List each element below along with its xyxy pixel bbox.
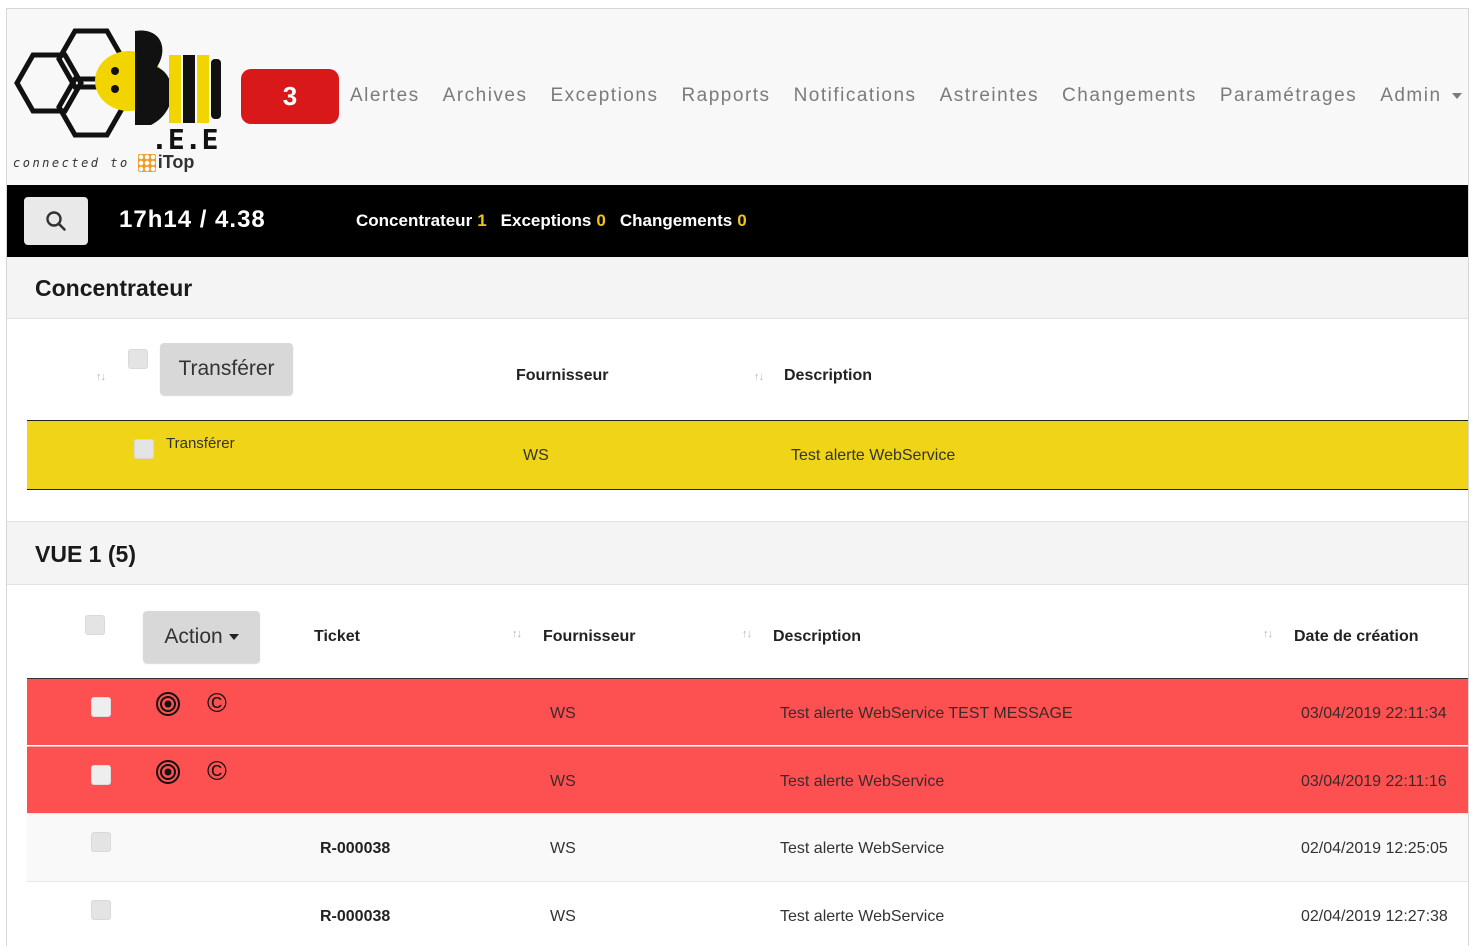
itop-icon: [137, 153, 156, 172]
row-description: Test alerte WebService: [780, 908, 945, 925]
counter-value: 0: [737, 211, 747, 230]
counter-value: 0: [596, 211, 606, 230]
row-checkbox[interactable]: [91, 832, 111, 852]
sort-icon[interactable]: ↑↓: [96, 371, 106, 383]
row-date: 03/04/2019 22:11:16: [1301, 773, 1447, 790]
col-fournisseur[interactable]: Fournisseur: [516, 367, 608, 385]
sort-icon[interactable]: ↑↓: [742, 628, 752, 640]
menu-alertes[interactable]: Alertes: [350, 85, 420, 107]
caret-down-icon: [1451, 92, 1462, 99]
clock-readout: 17h14 / 4.38: [119, 206, 266, 233]
concentrateur-header: Concentrateur: [7, 257, 1468, 319]
search-button[interactable]: [24, 197, 88, 245]
copyright-icon[interactable]: ©: [207, 758, 227, 785]
col-description[interactable]: Description: [784, 367, 872, 385]
menu-astreintes[interactable]: Astreintes: [940, 85, 1039, 107]
menu-admin[interactable]: Admin: [1380, 85, 1462, 107]
menu-parametrages[interactable]: Paramétrages: [1220, 85, 1357, 107]
counter-exceptions[interactable]: Exceptions 0: [501, 211, 606, 231]
menu-archives[interactable]: Archives: [443, 85, 528, 107]
counter-value: 1: [477, 211, 487, 230]
table-row[interactable]: R-000038 WS Test alerte WebService 02/04…: [27, 881, 1468, 946]
row-fournisseur: WS: [550, 773, 576, 790]
row-checkbox[interactable]: [91, 765, 111, 785]
menu-notifications[interactable]: Notifications: [794, 85, 917, 107]
table-row[interactable]: © WS Test alerte WebService TEST MESSAGE…: [27, 678, 1468, 745]
menu-exceptions[interactable]: Exceptions: [551, 85, 659, 107]
alert-count: 3: [282, 81, 298, 111]
counter-changements[interactable]: Changements 0: [620, 211, 747, 231]
row-fournisseur: WS: [523, 447, 549, 464]
row-checkbox[interactable]: [91, 900, 111, 920]
target-icon[interactable]: [155, 759, 181, 785]
itop-text: iTop: [157, 152, 195, 172]
table-row[interactable]: © WS Test alerte WebService 03/04/2019 2…: [27, 746, 1468, 813]
select-all-checkbox[interactable]: [128, 349, 148, 369]
target-icon[interactable]: [155, 691, 181, 717]
brand-caption: connected to iTop: [13, 152, 194, 173]
copyright-icon[interactable]: ©: [207, 690, 227, 717]
col-ticket[interactable]: Ticket: [314, 628, 360, 646]
row-date: 03/04/2019 22:11:34: [1301, 705, 1447, 722]
transfer-button-label: Transférer: [178, 357, 275, 380]
row-ticket[interactable]: R-000038: [320, 840, 390, 858]
row-fournisseur: WS: [550, 840, 576, 857]
row-date: 02/04/2019 12:25:05: [1301, 840, 1448, 857]
sort-icon[interactable]: ↑↓: [1263, 628, 1273, 640]
menu-changements[interactable]: Changements: [1062, 85, 1197, 107]
menu-admin-label: Admin: [1380, 85, 1442, 106]
row-fournisseur: WS: [550, 705, 576, 722]
counter-label: Changements: [619, 211, 733, 230]
select-all-checkbox[interactable]: [85, 615, 105, 635]
transfer-button[interactable]: Transférer: [160, 343, 293, 395]
search-icon: [46, 211, 66, 231]
row-action[interactable]: Transférer: [166, 435, 235, 452]
row-description: Test alerte WebService: [791, 447, 956, 464]
row-description: Test alerte WebService TEST MESSAGE: [780, 705, 1073, 722]
section-title: Concentrateur: [35, 275, 193, 301]
row-checkbox[interactable]: [91, 697, 111, 717]
counter-label: Exceptions: [500, 211, 592, 230]
menu-rapports[interactable]: Rapports: [681, 85, 770, 107]
col-description[interactable]: Description: [773, 628, 861, 646]
row-ticket[interactable]: R-000038: [320, 908, 390, 926]
sort-icon[interactable]: ↑↓: [754, 371, 764, 383]
sort-icon[interactable]: ↑↓: [512, 628, 522, 640]
itop-logo: iTop: [137, 152, 195, 173]
caret-down-icon: [228, 634, 239, 640]
counter-label: Concentrateur: [356, 211, 473, 230]
row-description: Test alerte WebService: [780, 773, 945, 790]
counter-concentrateur[interactable]: Concentrateur 1: [356, 211, 487, 231]
row-fournisseur: WS: [550, 908, 576, 925]
connected-to-text: connected to: [13, 155, 130, 170]
action-dropdown-button[interactable]: Action: [143, 611, 260, 663]
section-title: VUE 1 (5): [35, 541, 136, 567]
app-frame: .E.E connected to iTop 3 Alertes Archive…: [6, 8, 1469, 946]
top-navbar: .E.E connected to iTop 3 Alertes Archive…: [7, 9, 1468, 185]
status-counters: Concentrateur 1 Exceptions 0 Changements 0: [356, 211, 747, 231]
row-checkbox[interactable]: [134, 439, 154, 459]
vue-header: VUE 1 (5): [7, 521, 1468, 585]
action-button-label: Action: [164, 625, 223, 648]
main-menu: Alertes Archives Exceptions Rapports Not…: [350, 85, 1468, 107]
table-row[interactable]: R-000038 WS Test alerte WebService 02/04…: [27, 813, 1468, 881]
table-row[interactable]: Transférer WS Test alerte WebService: [27, 420, 1468, 490]
col-fournisseur[interactable]: Fournisseur: [543, 628, 635, 646]
col-date-creation[interactable]: Date de création: [1294, 628, 1418, 646]
alert-count-badge[interactable]: 3: [241, 69, 339, 124]
row-description: Test alerte WebService: [780, 840, 945, 857]
status-bar: 17h14 / 4.38 Concentrateur 1 Exceptions 0 …: [7, 185, 1468, 257]
row-date: 02/04/2019 12:27:38: [1301, 908, 1448, 925]
